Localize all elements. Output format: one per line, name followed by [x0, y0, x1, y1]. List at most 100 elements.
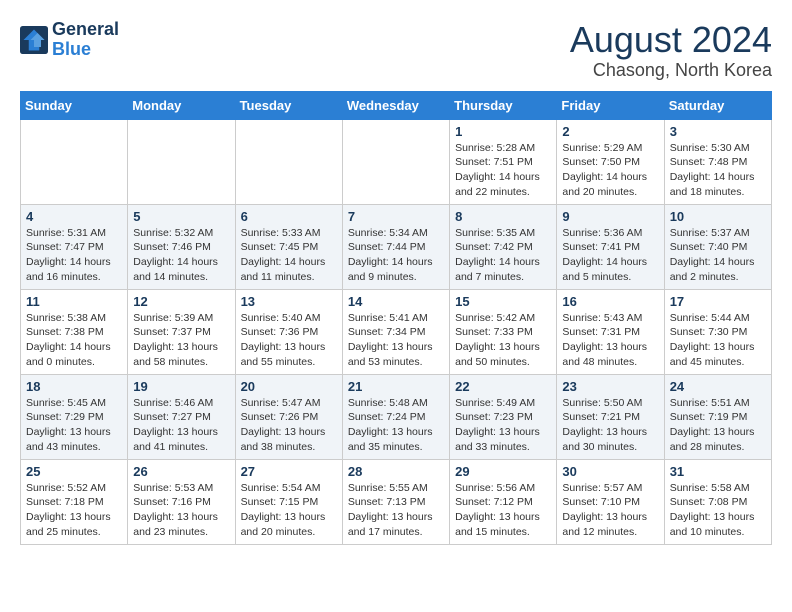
day-number: 4 — [26, 209, 122, 224]
cell-content: Sunrise: 5:53 AMSunset: 7:16 PMDaylight:… — [133, 481, 229, 540]
day-number: 22 — [455, 379, 551, 394]
day-number: 26 — [133, 464, 229, 479]
cell-content: Sunrise: 5:49 AMSunset: 7:23 PMDaylight:… — [455, 396, 551, 455]
day-number: 28 — [348, 464, 444, 479]
cell-content: Sunrise: 5:30 AMSunset: 7:48 PMDaylight:… — [670, 141, 766, 200]
day-number: 5 — [133, 209, 229, 224]
day-number: 30 — [562, 464, 658, 479]
calendar-cell: 17 Sunrise: 5:44 AMSunset: 7:30 PMDayligh… — [664, 289, 771, 374]
calendar-cell: 27 Sunrise: 5:54 AMSunset: 7:15 PMDayligh… — [235, 459, 342, 544]
day-number: 18 — [26, 379, 122, 394]
calendar-cell — [21, 119, 128, 204]
calendar-cell: 31 Sunrise: 5:58 AMSunset: 7:08 PMDayligh… — [664, 459, 771, 544]
day-number: 7 — [348, 209, 444, 224]
cell-content: Sunrise: 5:46 AMSunset: 7:27 PMDaylight:… — [133, 396, 229, 455]
day-number: 16 — [562, 294, 658, 309]
calendar-cell — [128, 119, 235, 204]
cell-content: Sunrise: 5:28 AMSunset: 7:51 PMDaylight:… — [455, 141, 551, 200]
calendar-cell: 3 Sunrise: 5:30 AMSunset: 7:48 PMDaylight… — [664, 119, 771, 204]
calendar-cell: 11 Sunrise: 5:38 AMSunset: 7:38 PMDayligh… — [21, 289, 128, 374]
calendar-cell — [342, 119, 449, 204]
day-number: 31 — [670, 464, 766, 479]
calendar-cell: 2 Sunrise: 5:29 AMSunset: 7:50 PMDaylight… — [557, 119, 664, 204]
cell-content: Sunrise: 5:39 AMSunset: 7:37 PMDaylight:… — [133, 311, 229, 370]
day-number: 24 — [670, 379, 766, 394]
cell-content: Sunrise: 5:36 AMSunset: 7:41 PMDaylight:… — [562, 226, 658, 285]
cell-content: Sunrise: 5:45 AMSunset: 7:29 PMDaylight:… — [26, 396, 122, 455]
calendar-cell: 10 Sunrise: 5:37 AMSunset: 7:40 PMDayligh… — [664, 204, 771, 289]
calendar-cell: 25 Sunrise: 5:52 AMSunset: 7:18 PMDayligh… — [21, 459, 128, 544]
calendar-cell: 8 Sunrise: 5:35 AMSunset: 7:42 PMDaylight… — [450, 204, 557, 289]
cell-content: Sunrise: 5:43 AMSunset: 7:31 PMDaylight:… — [562, 311, 658, 370]
logo-icon — [20, 26, 48, 54]
cell-content: Sunrise: 5:55 AMSunset: 7:13 PMDaylight:… — [348, 481, 444, 540]
cell-content: Sunrise: 5:35 AMSunset: 7:42 PMDaylight:… — [455, 226, 551, 285]
cell-content: Sunrise: 5:54 AMSunset: 7:15 PMDaylight:… — [241, 481, 337, 540]
cell-content: Sunrise: 5:58 AMSunset: 7:08 PMDaylight:… — [670, 481, 766, 540]
cell-content: Sunrise: 5:48 AMSunset: 7:24 PMDaylight:… — [348, 396, 444, 455]
day-number: 25 — [26, 464, 122, 479]
calendar-table: SundayMondayTuesdayWednesdayThursdayFrid… — [20, 91, 772, 545]
cell-content: Sunrise: 5:42 AMSunset: 7:33 PMDaylight:… — [455, 311, 551, 370]
cell-content: Sunrise: 5:47 AMSunset: 7:26 PMDaylight:… — [241, 396, 337, 455]
day-number: 2 — [562, 124, 658, 139]
day-number: 27 — [241, 464, 337, 479]
calendar-cell: 9 Sunrise: 5:36 AMSunset: 7:41 PMDaylight… — [557, 204, 664, 289]
day-number: 17 — [670, 294, 766, 309]
calendar-cell: 12 Sunrise: 5:39 AMSunset: 7:37 PMDayligh… — [128, 289, 235, 374]
cell-content: Sunrise: 5:37 AMSunset: 7:40 PMDaylight:… — [670, 226, 766, 285]
day-number: 13 — [241, 294, 337, 309]
day-number: 3 — [670, 124, 766, 139]
cell-content: Sunrise: 5:29 AMSunset: 7:50 PMDaylight:… — [562, 141, 658, 200]
cell-content: Sunrise: 5:31 AMSunset: 7:47 PMDaylight:… — [26, 226, 122, 285]
day-header-thursday: Thursday — [450, 91, 557, 119]
calendar-cell: 21 Sunrise: 5:48 AMSunset: 7:24 PMDayligh… — [342, 374, 449, 459]
day-number: 15 — [455, 294, 551, 309]
calendar-cell: 23Sunrise: 5:50 AMSunset: 7:21 PMDayligh… — [557, 374, 664, 459]
logo-line2: Blue — [52, 40, 119, 60]
day-number: 12 — [133, 294, 229, 309]
calendar-cell: 13 Sunrise: 5:40 AMSunset: 7:36 PMDayligh… — [235, 289, 342, 374]
day-number: 11 — [26, 294, 122, 309]
day-header-friday: Friday — [557, 91, 664, 119]
day-number: 20 — [241, 379, 337, 394]
title-block: August 2024 Chasong, North Korea — [570, 20, 772, 81]
day-number: 9 — [562, 209, 658, 224]
day-number: 10 — [670, 209, 766, 224]
calendar-cell: 14 Sunrise: 5:41 AMSunset: 7:34 PMDayligh… — [342, 289, 449, 374]
cell-content: Sunrise: 5:52 AMSunset: 7:18 PMDaylight:… — [26, 481, 122, 540]
day-number: 8 — [455, 209, 551, 224]
day-number: 29 — [455, 464, 551, 479]
calendar-cell: 30Sunrise: 5:57 AMSunset: 7:10 PMDayligh… — [557, 459, 664, 544]
calendar-cell: 4 Sunrise: 5:31 AMSunset: 7:47 PMDaylight… — [21, 204, 128, 289]
day-header-wednesday: Wednesday — [342, 91, 449, 119]
calendar-cell: 18 Sunrise: 5:45 AMSunset: 7:29 PMDayligh… — [21, 374, 128, 459]
day-header-saturday: Saturday — [664, 91, 771, 119]
cell-content: Sunrise: 5:44 AMSunset: 7:30 PMDaylight:… — [670, 311, 766, 370]
subtitle: Chasong, North Korea — [570, 60, 772, 81]
day-number: 19 — [133, 379, 229, 394]
day-number: 6 — [241, 209, 337, 224]
cell-content: Sunrise: 5:33 AMSunset: 7:45 PMDaylight:… — [241, 226, 337, 285]
day-number: 14 — [348, 294, 444, 309]
logo: General Blue — [20, 20, 119, 60]
calendar-cell: 29Sunrise: 5:56 AMSunset: 7:12 PMDayligh… — [450, 459, 557, 544]
calendar-cell: 5 Sunrise: 5:32 AMSunset: 7:46 PMDaylight… — [128, 204, 235, 289]
calendar-cell: 6 Sunrise: 5:33 AMSunset: 7:45 PMDaylight… — [235, 204, 342, 289]
day-header-monday: Monday — [128, 91, 235, 119]
calendar-cell: 22 Sunrise: 5:49 AMSunset: 7:23 PMDayligh… — [450, 374, 557, 459]
page-header: General Blue August 2024 Chasong, North … — [20, 20, 772, 81]
day-header-sunday: Sunday — [21, 91, 128, 119]
calendar-cell: 19 Sunrise: 5:46 AMSunset: 7:27 PMDayligh… — [128, 374, 235, 459]
calendar-cell: 1Sunrise: 5:28 AMSunset: 7:51 PMDaylight… — [450, 119, 557, 204]
cell-content: Sunrise: 5:38 AMSunset: 7:38 PMDaylight:… — [26, 311, 122, 370]
cell-content: Sunrise: 5:32 AMSunset: 7:46 PMDaylight:… — [133, 226, 229, 285]
calendar-cell: 16 Sunrise: 5:43 AMSunset: 7:31 PMDayligh… — [557, 289, 664, 374]
calendar-cell: 26 Sunrise: 5:53 AMSunset: 7:16 PMDayligh… — [128, 459, 235, 544]
cell-content: Sunrise: 5:40 AMSunset: 7:36 PMDaylight:… — [241, 311, 337, 370]
cell-content: Sunrise: 5:51 AMSunset: 7:19 PMDaylight:… — [670, 396, 766, 455]
cell-content: Sunrise: 5:41 AMSunset: 7:34 PMDaylight:… — [348, 311, 444, 370]
day-number: 21 — [348, 379, 444, 394]
day-header-tuesday: Tuesday — [235, 91, 342, 119]
calendar-cell: 15 Sunrise: 5:42 AMSunset: 7:33 PMDayligh… — [450, 289, 557, 374]
